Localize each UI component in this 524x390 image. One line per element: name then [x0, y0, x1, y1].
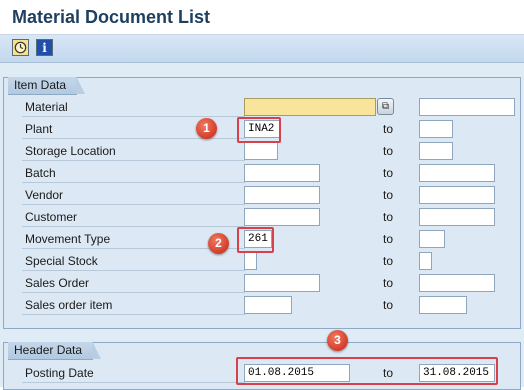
annotation-badge-3: 3: [327, 330, 348, 351]
page-title: Material Document List: [12, 7, 211, 27]
item-data-group-title: Item Data: [8, 76, 86, 95]
vendor-to-label: to: [383, 188, 394, 202]
vendor-label: Vendor: [22, 185, 245, 205]
posting-date-label: Posting Date: [22, 363, 245, 383]
batch-to-label: to: [383, 166, 394, 180]
execute-clock-icon[interactable]: [12, 39, 29, 56]
sales-order-label: Sales Order: [22, 273, 245, 293]
customer-to-label: to: [383, 210, 394, 224]
special-stock-to-field[interactable]: [419, 252, 432, 270]
plant-highlight-box: [237, 117, 281, 143]
sales-order-item-from-field[interactable]: [244, 296, 292, 314]
item-data-group: Item Data Material ⧉ Plant INA2 to Stora…: [3, 76, 521, 329]
batch-to-field[interactable]: [419, 164, 495, 182]
customer-label: Customer: [22, 207, 245, 227]
movement-type-highlight-box: [237, 227, 274, 253]
annotation-badge-2: 2: [208, 233, 229, 254]
sales-order-to-field[interactable]: [419, 274, 495, 292]
sales-order-to-label: to: [383, 276, 394, 290]
batch-from-field[interactable]: [244, 164, 320, 182]
customer-from-field[interactable]: [244, 208, 320, 226]
storage-location-from-field[interactable]: [244, 142, 278, 160]
vendor-from-field[interactable]: [244, 186, 320, 204]
plant-to-field[interactable]: [419, 120, 453, 138]
customer-to-field[interactable]: [419, 208, 495, 226]
storage-location-to-label: to: [383, 144, 394, 158]
special-stock-to-label: to: [383, 254, 394, 268]
posting-date-highlight-box: [236, 357, 498, 385]
header-data-group-title: Header Data: [8, 341, 102, 360]
plant-to-label: to: [383, 122, 394, 136]
material-label: Material: [22, 97, 245, 117]
sales-order-item-to-field[interactable]: [419, 296, 467, 314]
info-icon[interactable]: i: [36, 39, 53, 56]
title-bar: Material Document List: [0, 0, 524, 35]
movement-type-to-label: to: [383, 232, 394, 246]
execute-clock-icon-glyph: [14, 41, 27, 54]
material-to-field[interactable]: [419, 98, 515, 116]
movement-type-to-field[interactable]: [419, 230, 445, 248]
multiple-selection-icon[interactable]: ⧉: [377, 98, 394, 115]
selection-screen: Item Data Material ⧉ Plant INA2 to Stora…: [0, 63, 524, 390]
special-stock-from-field[interactable]: [244, 252, 257, 270]
batch-label: Batch: [22, 163, 245, 183]
application-toolbar: i: [0, 35, 524, 63]
annotation-badge-1: 1: [196, 118, 217, 139]
special-stock-label: Special Stock: [22, 251, 245, 271]
sales-order-item-label: Sales order item: [22, 295, 245, 315]
sales-order-from-field[interactable]: [244, 274, 320, 292]
sales-order-item-to-label: to: [383, 298, 394, 312]
storage-location-to-field[interactable]: [419, 142, 453, 160]
storage-location-label: Storage Location: [22, 141, 245, 161]
info-icon-glyph: i: [42, 40, 47, 55]
vendor-to-field[interactable]: [419, 186, 495, 204]
material-from-field[interactable]: [244, 98, 376, 116]
